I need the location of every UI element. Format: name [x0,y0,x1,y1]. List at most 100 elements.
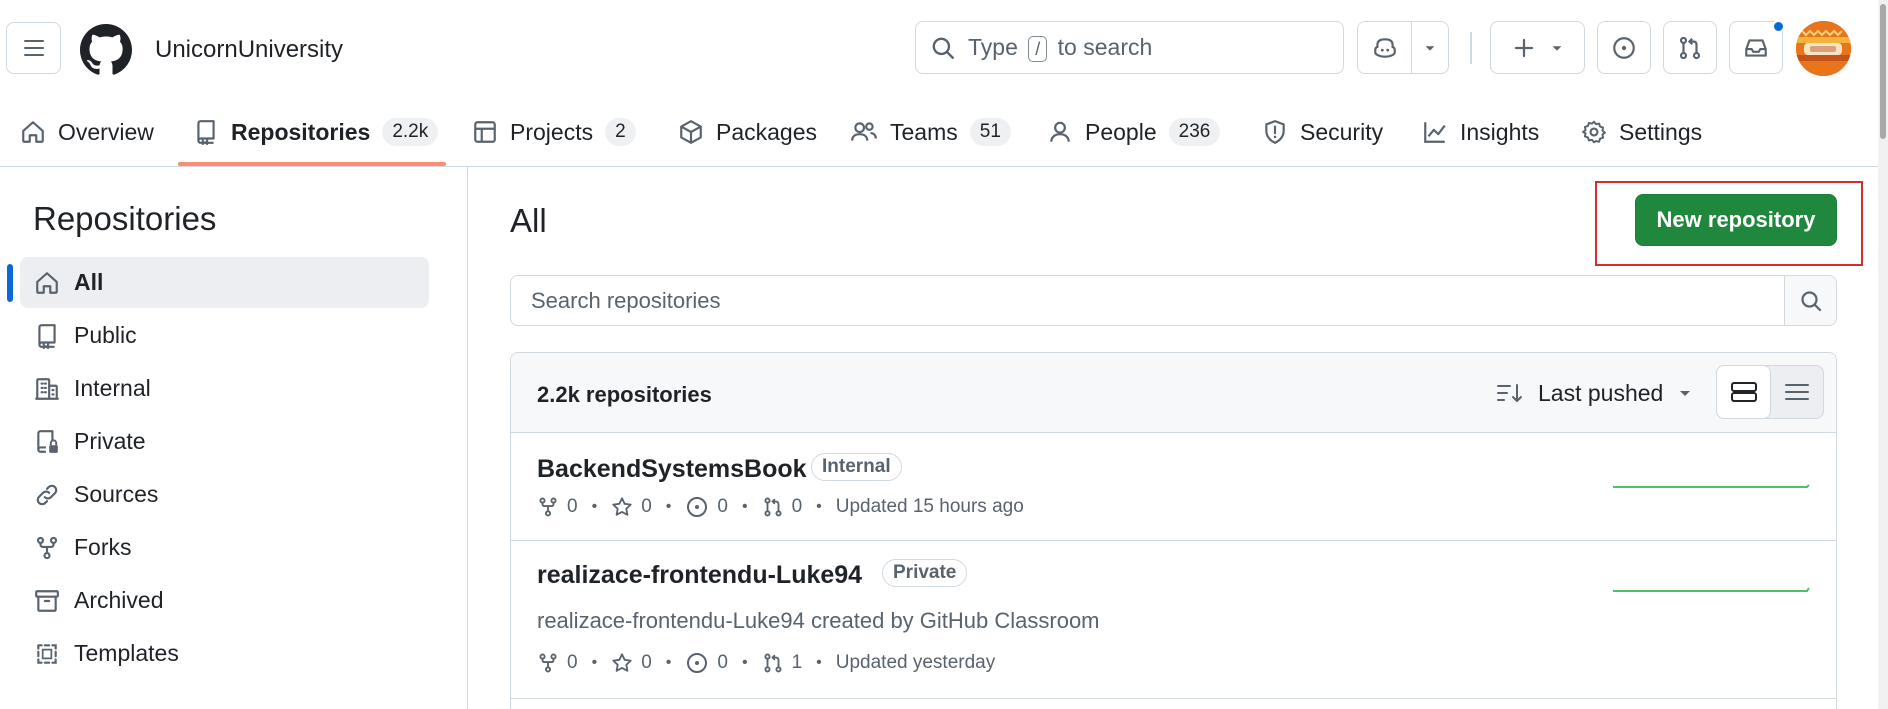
org-name-link[interactable]: UnicornUniversity [155,36,343,64]
tab-projects[interactable]: Projects 2 [472,112,636,152]
repo-name-link[interactable]: BackendSystemsBook [537,455,807,484]
repo-search-button[interactable] [1784,276,1836,325]
repo-row: BackendSystemsBook Internal 0 • 0 • 0 • … [511,433,1836,541]
sidebar-item-public[interactable]: Public [20,310,429,361]
sidebar-item-templates[interactable]: Templates [20,628,429,679]
search-icon [932,37,954,59]
new-repository-button[interactable]: New repository [1635,194,1837,246]
view-toggle [1716,365,1824,419]
separator: • [741,654,748,671]
your-pull-requests-button[interactable] [1663,21,1717,74]
sidebar-title: Repositories [33,200,217,237]
sort-label: Last pushed [1538,379,1664,406]
template-icon [37,643,57,664]
user-avatar[interactable] [1796,21,1851,76]
search-icon [1800,290,1821,311]
github-logo-icon[interactable] [80,24,132,76]
people-counter: 236 [1168,118,1221,146]
page-title: All [510,202,547,239]
copilot-menu-button[interactable] [1412,22,1448,73]
tab-label: Security [1300,118,1384,145]
pr-count: 0 [791,496,803,517]
copilot-chat-button[interactable] [1358,22,1412,73]
repository-list: 2.2k repositories Last pushed BackendSys… [510,352,1837,709]
issue-count: 0 [717,652,728,673]
teams-counter: 51 [969,118,1011,146]
open-menu-button[interactable] [6,22,61,74]
tab-repositories[interactable]: Repositories 2.2k [193,112,439,152]
activity-sparkline [1613,484,1810,488]
fork-icon [539,653,557,673]
scrollbar-thumb[interactable] [1880,4,1886,139]
package-icon [680,120,702,144]
sidebar-item-forks[interactable]: Forks [20,522,429,573]
tab-people[interactable]: People 236 [1047,112,1221,152]
sidebar-item-label: Private [74,428,146,454]
tab-label: Packages [716,118,818,145]
tab-teams[interactable]: Teams 51 [850,112,1011,152]
active-item-indicator [7,264,13,302]
sidebar-item-internal[interactable]: Internal [20,363,429,414]
repo-locked-icon [37,429,58,453]
person-icon [1050,121,1070,142]
star-icon [612,653,632,672]
repo-search-input[interactable]: Search repositories [511,276,1784,325]
sort-dropdown[interactable]: Last pushed [1496,375,1693,411]
git-pull-request-icon [764,653,782,673]
people-icon [851,122,877,141]
repo-search-bar: Search repositories [510,275,1837,326]
sidebar-item-label: Internal [74,375,151,401]
global-header: UnicornUniversity Type / to search [0,0,1888,100]
sidebar-item-label: Templates [74,640,179,666]
sidebar-item-label: Forks [74,534,132,560]
repository-list-header: 2.2k repositories Last pushed [511,353,1836,433]
separator: • [665,498,672,515]
projects-counter: 2 [605,118,636,146]
global-search-input[interactable]: Type / to search [915,21,1344,74]
tab-settings[interactable]: Settings [1581,112,1702,152]
unread-notification-dot [1772,20,1785,33]
selected-tab-underline [178,162,446,166]
slash-key-hint: / [1028,35,1048,62]
list-view-button[interactable] [1770,366,1823,418]
tab-overview[interactable]: Overview [20,112,154,152]
sidebar-item-sources[interactable]: Sources [20,469,429,520]
sidebar-item-private[interactable]: Private [20,416,429,467]
fork-icon [539,497,557,517]
updated-time: Updated yesterday [835,652,996,673]
tab-label: Repositories [231,118,371,145]
card-view-button[interactable] [1716,365,1771,419]
repository-count: 2.2k repositories [537,382,712,407]
tab-security[interactable]: Security [1262,112,1383,152]
home-icon [22,121,44,143]
search-hint-prefix: Type [968,33,1018,60]
sidebar-item-all[interactable]: All [20,257,429,308]
visibility-badge: Internal [811,453,902,481]
org-nav: Overview Repositories 2.2k Projects 2 Pa… [0,100,1888,167]
triangle-down-icon [1425,45,1435,51]
repositories-sidebar: Repositories All Public Internal Private… [0,167,468,709]
create-new-button[interactable] [1490,21,1585,74]
activity-sparkline [1613,587,1810,592]
git-pull-request-icon [1679,36,1701,59]
your-issues-button[interactable] [1597,21,1651,74]
tab-insights[interactable]: Insights [1422,112,1539,152]
repo-icon [197,120,215,145]
repo-row: realizace-frontendu-Luke94 Private reali… [511,541,1836,699]
copilot-icon [1373,37,1396,58]
repo-description: realizace-frontendu-Luke94 created by Gi… [537,608,1100,633]
fork-count: 0 [567,652,578,673]
shield-icon [1265,120,1285,144]
hamburger-icon [23,40,44,56]
fork-icon [36,536,58,559]
search-hint: Type / to search [968,34,1152,62]
tab-label: Overview [58,118,154,145]
tab-label: Teams [890,118,958,145]
tab-packages[interactable]: Packages [678,112,817,152]
search-hint-suffix: to search [1057,33,1153,60]
sidebar-item-archived[interactable]: Archived [20,575,429,626]
repo-name-link[interactable]: realizace-frontendu-Luke94 [537,561,862,590]
issue-opened-icon [687,653,708,673]
organization-icon [35,377,59,400]
link-icon [36,484,58,505]
